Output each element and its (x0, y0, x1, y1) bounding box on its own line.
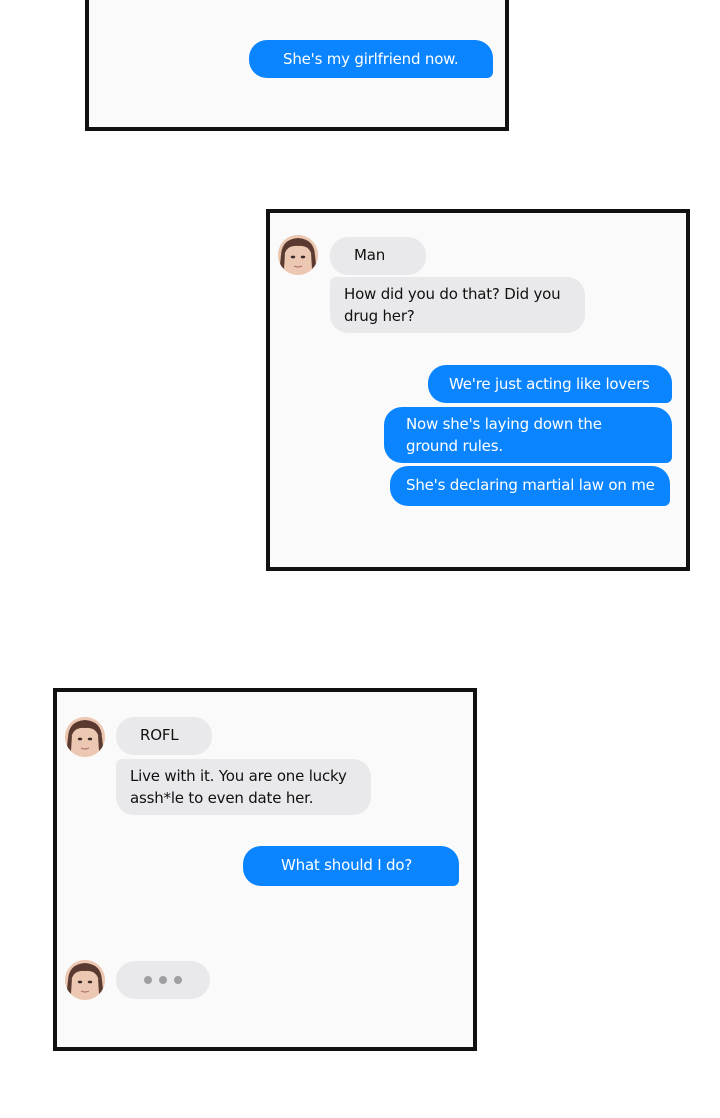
incoming-message: How did you do that? Did you drug her? (330, 277, 585, 333)
chat-panel-3: ROFL Live with it. You are one lucky ass… (53, 688, 477, 1051)
chat-panel-2: Man How did you do that? Did you drug he… (266, 209, 690, 571)
contact-avatar-icon (65, 960, 105, 1000)
outgoing-message: She's my girlfriend now. (249, 40, 493, 78)
incoming-message: Live with it. You are one lucky assh*le … (116, 759, 371, 815)
typing-dot (159, 976, 167, 984)
contact-avatar-icon (65, 717, 105, 757)
contact-name-label: Man (330, 237, 426, 275)
outgoing-message: What should I do? (243, 846, 459, 886)
outgoing-message: She's declaring martial law on me (390, 466, 670, 506)
outgoing-message: We're just acting like lovers (428, 365, 672, 403)
contact-name-label: ROFL (116, 717, 212, 755)
outgoing-message: Now she's laying down the ground rules. (384, 407, 672, 463)
contact-avatar-icon (278, 235, 318, 275)
typing-dots-icon (116, 961, 210, 999)
typing-dot (144, 976, 152, 984)
chat-panel-1: She's my girlfriend now. (85, 0, 509, 131)
typing-dot (174, 976, 182, 984)
